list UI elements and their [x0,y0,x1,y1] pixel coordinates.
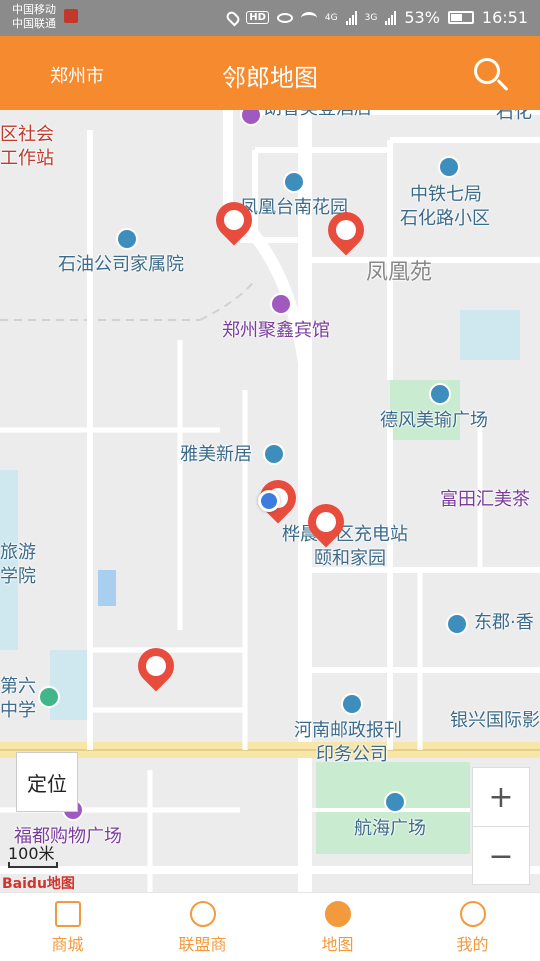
tab-mine-label: 我的 [456,935,489,954]
eye-icon [276,12,293,23]
map-label-dongjun[interactable]: 东郡·香 [474,612,534,634]
school-icon[interactable] [38,686,60,708]
carrier-1: 中国移动 [12,3,56,16]
tab-map[interactable]: 地图 [270,893,405,961]
map-label-post-1[interactable]: 河南邮政报刊 [294,720,402,742]
location-icon [224,9,242,26]
map-label-community-work-1[interactable]: 区社会 [0,124,54,146]
building-icon[interactable] [341,693,363,715]
map-label-lvyou-1[interactable]: 旅游 [0,542,36,564]
status-bar: 中国移动 中国联通 HD 4G 3G 53% 16:51 [0,0,540,36]
page-title: 邻郎地图 [222,64,318,92]
tab-shop-label: 商城 [51,935,84,954]
wifi-icon [300,11,317,24]
app-header: 郑州市 邻郎地图 [0,36,540,110]
map-icon [324,901,351,927]
map-label-yihe[interactable]: 颐和家园 [314,548,386,570]
building-icon[interactable] [116,228,138,250]
building-icon[interactable] [438,156,460,178]
signal-icon-2 [385,10,397,25]
locate-button[interactable]: 定位 [16,752,78,812]
app-notification-icon [64,9,78,23]
carrier-info: 中国移动 中国联通 [12,3,56,31]
current-location-dot [258,490,280,512]
map-label-lvyou-2[interactable]: 学院 [0,566,36,588]
tab-alliance-label: 联盟商 [178,935,227,954]
planet-icon [189,901,216,927]
baidu-logo: Baidu地图 [2,876,75,892]
map-label-defeng[interactable]: 德风美瑜广场 [380,410,488,432]
tab-alliance[interactable]: 联盟商 [135,893,270,961]
map-label-hotel-top[interactable]: 朗香美登酒店 [264,110,372,120]
building-icon[interactable] [446,613,468,635]
map-label-juxin[interactable]: 郑州聚鑫宾馆 [222,320,330,342]
map-label-yamei[interactable]: 雅美新居 [180,444,252,466]
search-icon[interactable] [474,58,500,84]
map-label-post-2[interactable]: 印务公司 [316,744,388,766]
map-label-diliu-1[interactable]: 第六 [0,676,36,698]
map-label-zhongtie-1[interactable]: 中铁七局 [410,184,482,206]
map-label-shiyou[interactable]: 石油公司家属院 [58,254,184,276]
tab-shop[interactable]: 商城 [0,893,135,961]
map-label-hanghai[interactable]: 航海广场 [354,818,426,840]
building-icon[interactable] [283,171,305,193]
building-icon[interactable] [429,383,451,405]
zoom-out-button[interactable]: − [473,827,529,885]
network-type-2: 3G [364,12,378,23]
system-icons: HD 4G 3G 53% 16:51 [224,8,528,27]
map-view[interactable]: 朗香美登酒店 石化 区社会 工作站 凤凰台南花园 中铁七局 石化路小区 石油公司… [0,110,540,892]
scale-label: 100米 [8,844,55,863]
clock: 16:51 [481,8,528,27]
map-label-futian[interactable]: 富田汇美茶 [440,489,530,511]
map-label-zhongtie-2[interactable]: 石化路小区 [400,208,490,230]
scale-bar [8,862,58,868]
map-label-diliu-2[interactable]: 中学 [0,700,36,722]
hotel-icon[interactable] [270,293,292,315]
map-label-yinxing[interactable]: 银兴国际影 [450,710,540,732]
map-label-charging[interactable]: 桦晨小区充电站 [282,524,408,546]
carrier-2: 中国联通 [12,17,56,30]
map-label-community-work-2[interactable]: 工作站 [0,148,54,170]
building-icon[interactable] [263,443,285,465]
building-icon[interactable] [384,791,406,813]
map-label-shihua[interactable]: 石化 [496,110,532,124]
tab-mine[interactable]: 我的 [405,893,540,961]
tab-map-label: 地图 [321,935,354,954]
map-label-fenghuangtai[interactable]: 凤凰台南花园 [240,197,348,219]
bottom-tab-bar: 商城 联盟商 地图 我的 [0,892,540,961]
battery-icon [447,11,474,24]
zoom-in-button[interactable]: + [473,768,529,827]
signal-icon-1 [345,10,357,25]
user-icon [459,901,486,927]
home-icon [54,901,81,927]
hd-icon: HD [246,11,269,24]
map-label-fenghuangyuan[interactable]: 凤凰苑 [366,262,432,284]
battery-percent: 53% [404,8,440,27]
network-type-1: 4G [324,12,338,23]
zoom-control: + − [472,767,530,885]
